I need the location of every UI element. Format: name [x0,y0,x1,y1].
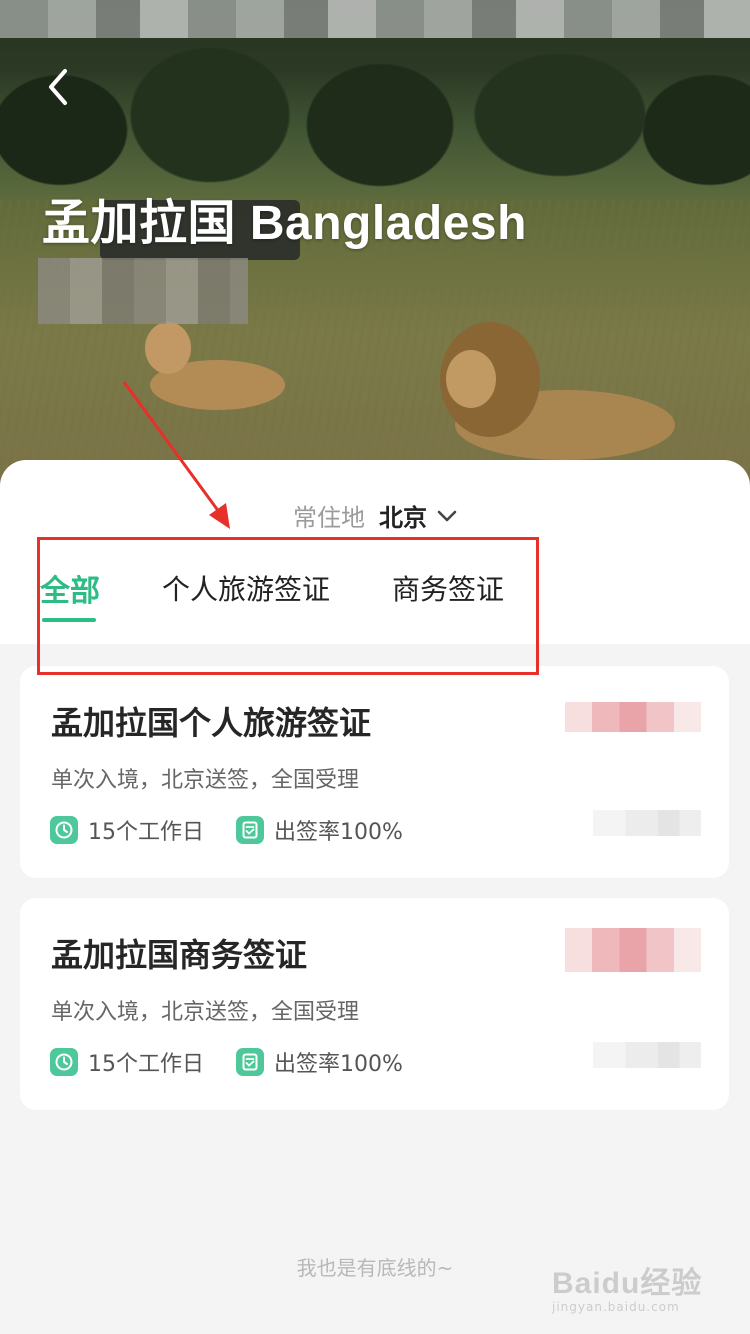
filter-sheet: 常住地 北京 全部 个人旅游签证 商务签证 [0,460,750,644]
residence-city-value: 北京 [379,504,427,532]
approval-rate-text: 出签率100% [274,1052,403,1077]
lioness-head-image [145,322,191,374]
product-card-personal-tourist[interactable]: 孟加拉国个人旅游签证 单次入境，北京送签，全国受理 15个工作日 出签率100% [20,666,729,878]
watermark-brand: Baidu经验 [552,1267,703,1300]
processing-time-text: 15个工作日 [88,1052,204,1077]
product-title: 孟加拉国商务签证 [51,936,308,974]
tab-all[interactable]: 全部 [40,566,100,622]
hero-trees [0,20,750,190]
tab-personal-tourist-visa[interactable]: 个人旅游签证 [162,568,330,608]
residence-selector: 常住地 北京 [0,498,750,533]
tab-all-label: 全部 [40,574,100,609]
blurred-sales [593,1042,701,1068]
residence-city-dropdown[interactable]: 北京 [379,498,457,533]
chevron-left-icon [49,69,67,105]
document-check-icon [236,816,264,844]
clock-icon [50,1048,78,1076]
approval-rate: 出签率100% [236,814,403,846]
back-button[interactable] [38,62,78,112]
processing-time: 15个工作日 [50,814,204,846]
blurred-price [565,928,701,972]
chevron-down-icon [437,510,457,521]
active-tab-indicator [42,618,96,622]
clock-icon [50,816,78,844]
product-meta: 15个工作日 出签率100% [50,1046,403,1078]
tab-business-label: 商务签证 [392,573,505,606]
tab-business-visa[interactable]: 商务签证 [392,568,504,608]
tab-personal-label: 个人旅游签证 [162,573,331,606]
status-bar-mosaic [0,0,750,38]
approval-rate: 出签率100% [236,1046,403,1078]
processing-time-text: 15个工作日 [88,820,204,845]
approval-rate-text: 出签率100% [274,820,403,845]
processing-time: 15个工作日 [50,1046,204,1078]
product-card-business[interactable]: 孟加拉国商务签证 单次入境，北京送签，全国受理 15个工作日 出签率100% [20,898,729,1110]
page-title: 孟加拉国 Bangladesh [42,197,527,250]
product-description: 单次入境，北京送签，全国受理 [51,768,360,793]
blurred-price [565,702,701,732]
subtitle-mosaic [38,258,248,324]
hero-banner: 孟加拉国 Bangladesh [0,0,750,500]
product-title: 孟加拉国个人旅游签证 [51,704,372,742]
product-description: 单次入境，北京送签，全国受理 [51,1000,360,1025]
residence-label: 常住地 [293,504,365,532]
baidu-jingyan-watermark: Baidu经验 jingyan.baidu.com [552,1258,712,1318]
product-meta: 15个工作日 出签率100% [50,814,403,846]
watermark-url: jingyan.baidu.com [552,1300,680,1314]
lion-face-image [446,350,496,408]
blurred-sales [593,810,701,836]
document-check-icon [236,1048,264,1076]
visa-type-tabs: 全部 个人旅游签证 商务签证 [40,566,504,622]
